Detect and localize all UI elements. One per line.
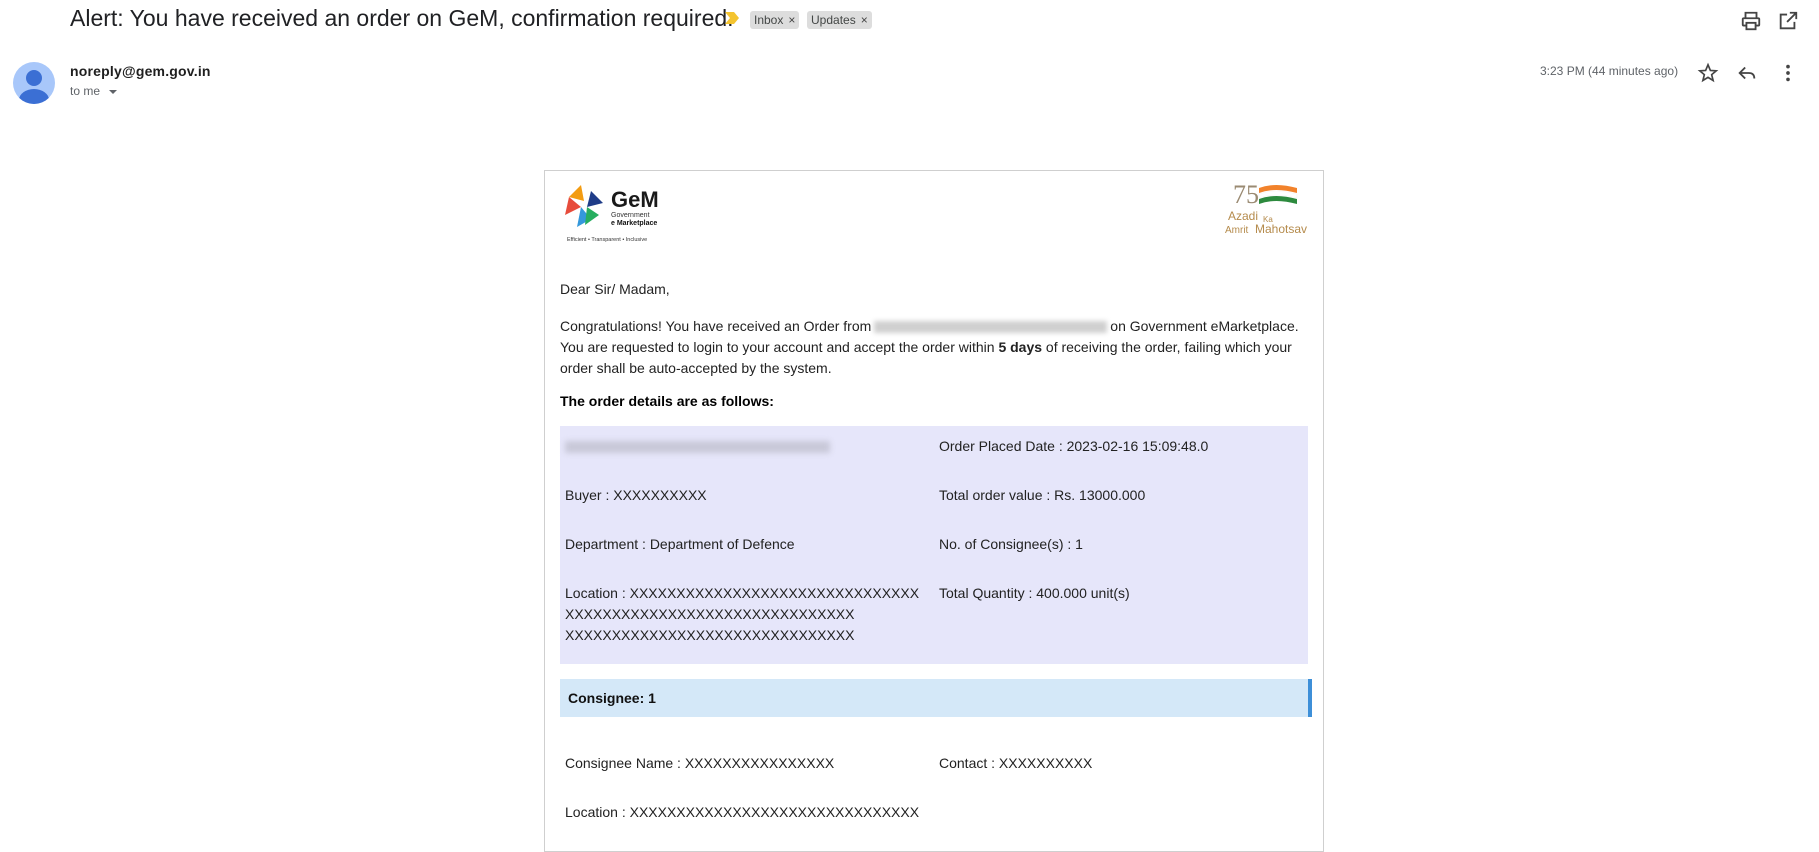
total-order-value: Total order value : Rs. 13000.000 xyxy=(939,487,1146,503)
label-name: Updates xyxy=(811,13,856,27)
email-subject: Alert: You have received an order on GeM… xyxy=(70,5,734,31)
email-body-card: GeM Government e Marketplace Efficient •… xyxy=(544,170,1324,852)
recipient-line[interactable]: to me xyxy=(70,84,118,98)
location-line-1: Location : XXXXXXXXXXXXXXXXXXXXXXXXXXXXX… xyxy=(565,585,920,601)
consignee-header: Consignee: 1 xyxy=(560,679,1312,717)
important-marker-icon[interactable] xyxy=(725,12,739,24)
location-line-3: XXXXXXXXXXXXXXXXXXXXXXXXXXXXXXX xyxy=(565,627,855,643)
gem-logo: GeM Government e Marketplace Efficient •… xyxy=(565,185,659,243)
order-placed-date: Order Placed Date : 2023-02-16 15:09:48.… xyxy=(939,438,1209,454)
order-number-redacted xyxy=(565,436,830,457)
print-icon[interactable] xyxy=(1740,10,1762,32)
label-chip-updates[interactable]: Updates × xyxy=(807,11,872,29)
order-notification-paragraph: Congratulations! You have received an Or… xyxy=(560,316,1315,379)
consignee-contact: Contact : XXXXXXXXXX xyxy=(939,755,1093,771)
azadi-logo-line1: Azadi xyxy=(1228,209,1258,223)
subject-bar: Alert: You have received an order on GeM… xyxy=(0,0,1819,40)
remove-label-icon[interactable]: × xyxy=(788,13,795,27)
more-options-icon[interactable] xyxy=(1777,62,1799,84)
reply-icon[interactable] xyxy=(1736,62,1758,84)
open-in-new-window-icon[interactable] xyxy=(1777,10,1799,32)
azadi-logo-line3: Amrit xyxy=(1225,225,1249,236)
redacted-buyer-organisation xyxy=(874,321,1108,334)
buyer: Buyer : XXXXXXXXXX xyxy=(565,487,707,503)
total-quantity: Total Quantity : 400.000 unit(s) xyxy=(939,585,1130,601)
azadi-logo-line4: Mahotsav xyxy=(1255,222,1307,236)
order-details-heading: The order details are as follows: xyxy=(560,393,774,409)
gem-logo-line1: Government xyxy=(611,212,650,219)
consignee-name: Consignee Name : XXXXXXXXXXXXXXXX xyxy=(565,755,835,771)
azadi-logo-number: 75 xyxy=(1233,180,1259,209)
greeting: Dear Sir/ Madam, xyxy=(560,281,670,297)
label-name: Inbox xyxy=(754,13,784,27)
acceptance-deadline: 5 days xyxy=(998,339,1043,355)
label-chip-inbox[interactable]: Inbox × xyxy=(750,11,800,29)
recipient-label: to me xyxy=(70,84,101,98)
location-line-2: XXXXXXXXXXXXXXXXXXXXXXXXXXXXXXX xyxy=(565,606,855,622)
sender-email[interactable]: noreply@gem.gov.in xyxy=(70,63,211,79)
gem-logo-line2: e Marketplace xyxy=(611,220,657,227)
no-of-consignees: No. of Consignee(s) : 1 xyxy=(939,536,1083,552)
consignee-title: Consignee: 1 xyxy=(568,690,656,706)
azadi-ka-amrit-mahotsav-logo: 75 Azadi Ka Amrit Mahotsav xyxy=(1225,180,1307,236)
para-text-1: Congratulations! You have received an Or… xyxy=(560,318,872,334)
star-icon[interactable] xyxy=(1697,62,1719,84)
consignee-location: Location : XXXXXXXXXXXXXXXXXXXXXXXXXXXXX… xyxy=(565,804,920,820)
dropdown-arrow-icon[interactable] xyxy=(108,88,118,96)
email-timestamp: 3:23 PM (44 minutes ago) xyxy=(1540,64,1679,78)
remove-label-icon[interactable]: × xyxy=(861,13,868,27)
gem-logo-title: GeM xyxy=(611,187,659,212)
gem-logo-tagline: Efficient • Transparent • Inclusive xyxy=(567,237,647,243)
department: Department : Department of Defence xyxy=(565,536,795,552)
avatar-icon[interactable] xyxy=(13,62,55,104)
order-details-box: Order Placed Date : 2023-02-16 15:09:48.… xyxy=(560,426,1308,664)
